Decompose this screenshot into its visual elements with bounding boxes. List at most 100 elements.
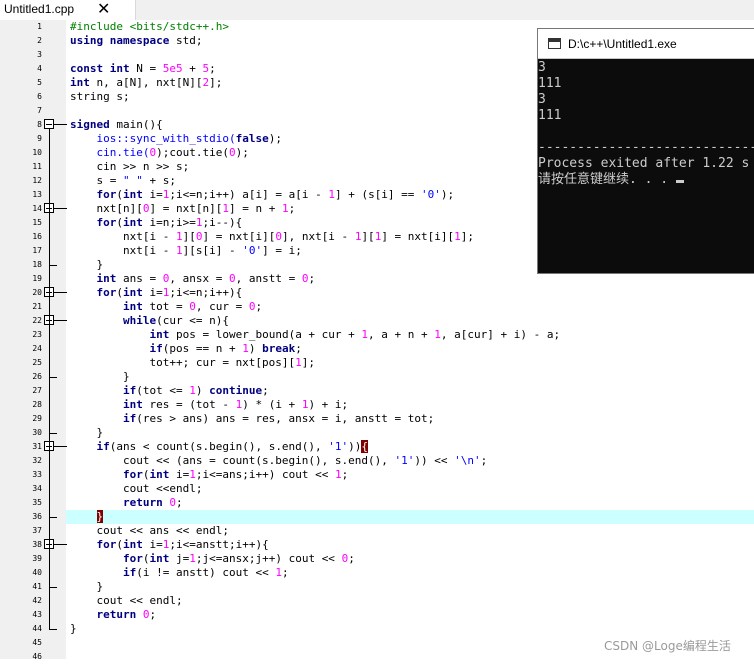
line-number: 2 [37,36,42,45]
console-window[interactable]: D:\c++\Untitled1.exe 3 111 3 111 ----------… [537,28,754,274]
code-text[interactable]: } [70,510,104,524]
code-text[interactable]: ios::sync_with_stdio(false); [70,132,281,146]
line-number: 26 [32,372,42,381]
line-number: 41 [32,582,42,591]
code-text[interactable]: for(int i=n;i>=1;i--){ [70,216,243,230]
code-line[interactable]: 38 for(int i=1;i<=anstt;i++){ [0,538,754,552]
line-number: 46 [32,652,42,661]
tab-title[interactable]: Untitled1.cpp [4,2,74,16]
code-text[interactable]: cin >> n >> s; [70,160,189,174]
code-text[interactable]: int tot = 0, cur = 0; [70,300,262,314]
tab-untitled1[interactable]: Untitled1.cpp ✕ [0,0,136,20]
line-number: 30 [32,428,42,437]
code-text[interactable]: int ans = 0, ansx = 0, anstt = 0; [70,272,316,286]
code-line[interactable]: 33 for(int i=1;i<=ans;i++) cout << 1; [0,468,754,482]
line-number: 20 [32,288,42,297]
code-line[interactable]: 28 int res = (tot - 1) * (i + 1) + i; [0,398,754,412]
console-line: Process exited after 1.22 s [538,156,750,171]
code-line[interactable]: 42 cout << endl; [0,594,754,608]
code-line[interactable]: 23 int pos = lower_bound(a + cur + 1, a … [0,328,754,342]
line-number: 19 [32,274,42,283]
code-text[interactable]: for(int i=1;i<=n;i++){ [70,286,243,300]
code-text[interactable]: int pos = lower_bound(a + cur + 1, a + n… [70,328,560,342]
code-text[interactable]: for(int i=1;i<=ans;i++) cout << 1; [70,468,348,482]
code-text[interactable]: s = " " + s; [70,174,176,188]
code-text[interactable]: } [70,622,77,636]
code-text[interactable]: const int N = 5e5 + 5; [70,62,216,76]
code-text[interactable]: string s; [70,90,130,104]
line-number: 45 [32,638,42,647]
code-text[interactable]: for(int i=1;i<=anstt;i++){ [70,538,269,552]
code-line[interactable]: 19 int ans = 0, ansx = 0, anstt = 0; [0,272,754,286]
code-line[interactable]: 34 cout <<endl; [0,482,754,496]
code-text[interactable]: return 0; [70,608,157,622]
code-text[interactable]: } [70,426,103,440]
code-text[interactable]: cout << ans << endl; [70,524,228,538]
code-text[interactable]: tot++; cur = nxt[pos][1]; [70,356,315,370]
code-text[interactable]: int res = (tot - 1) * (i + 1) + i; [70,398,348,412]
code-text[interactable]: nxt[i - 1][s[i] - '0'] = i; [70,244,302,258]
code-text[interactable]: if(i != anstt) cout << 1; [70,566,289,580]
line-number: 43 [32,610,42,619]
line-number: 3 [37,50,42,59]
line-number: 23 [32,330,42,339]
console-title-bar[interactable]: D:\c++\Untitled1.exe [538,29,754,59]
code-line[interactable]: 41 } [0,580,754,594]
code-text[interactable]: if(ans < count(s.begin(), s.end(), '1'))… [70,440,369,454]
line-number: 40 [32,568,42,577]
code-text[interactable]: signed main(){ [70,118,163,132]
code-text[interactable]: for(int i=1;i<=n;i++) a[i] = a[i - 1] + … [70,188,455,202]
line-number: 21 [32,302,42,311]
console-line: 111 [538,108,562,123]
code-text[interactable]: cout << (ans = count(s.begin(), s.end(),… [70,454,487,468]
code-line[interactable]: 30 } [0,426,754,440]
code-text[interactable]: nxt[i - 1][0] = nxt[i][0], nxt[i - 1][1]… [70,230,474,244]
code-line[interactable]: 35 return 0; [0,496,754,510]
line-number: 44 [32,624,42,633]
code-text[interactable]: nxt[n][0] = nxt[n][1] = n + 1; [70,202,295,216]
code-text[interactable]: cout << endl; [70,594,182,608]
code-text[interactable]: return 0; [70,496,183,510]
code-text[interactable]: using namespace std; [70,34,202,48]
line-number: 35 [32,498,42,507]
code-line[interactable]: 43 return 0; [0,608,754,622]
line-number: 22 [32,316,42,325]
line-number: 42 [32,596,42,605]
code-text[interactable]: if(pos == n + 1) break; [70,342,301,356]
code-text[interactable]: while(cur <= n){ [70,314,229,328]
code-text[interactable]: } [70,580,103,594]
console-line: 请按任意键继续. . . [538,172,754,188]
line-number: 15 [32,218,42,227]
code-text[interactable]: if(res > ans) ans = res, ansx = i, anstt… [70,412,434,426]
code-line[interactable]: 22 while(cur <= n){ [0,314,754,328]
console-line: -------------------------------- [538,140,754,155]
code-line[interactable]: 20 for(int i=1;i<=n;i++){ [0,286,754,300]
code-line[interactable]: 39 for(int j=1;j<=ansx;j++) cout << 0; [0,552,754,566]
code-text[interactable]: int n, a[N], nxt[N][2]; [70,76,222,90]
code-text[interactable]: #include <bits/stdc++.h> [70,20,229,34]
code-line[interactable]: 26 } [0,370,754,384]
code-line[interactable]: 31 if(ans < count(s.begin(), s.end(), '1… [0,440,754,454]
code-line[interactable]: 40 if(i != anstt) cout << 1; [0,566,754,580]
line-number: 31 [32,442,42,451]
close-icon[interactable]: ✕ [97,0,110,18]
code-line[interactable]: 37 cout << ans << endl; [0,524,754,538]
code-text[interactable]: } [70,370,130,384]
code-line[interactable]: 21 int tot = 0, cur = 0; [0,300,754,314]
line-number: 8 [37,120,42,129]
code-text[interactable]: cout <<endl; [70,482,202,496]
code-line[interactable]: 36 } [0,510,754,524]
code-line[interactable]: 25 tot++; cur = nxt[pos][1]; [0,356,754,370]
code-line[interactable]: 29 if(res > ans) ans = res, ansx = i, an… [0,412,754,426]
code-line[interactable]: 24 if(pos == n + 1) break; [0,342,754,356]
code-line[interactable]: 32 cout << (ans = count(s.begin(), s.end… [0,454,754,468]
code-text[interactable]: cin.tie(0);cout.tie(0); [70,146,248,160]
line-number: 39 [32,554,42,563]
code-text[interactable]: if(tot <= 1) continue; [70,384,269,398]
code-line[interactable]: 27 if(tot <= 1) continue; [0,384,754,398]
code-text[interactable]: } [70,258,103,272]
code-text[interactable]: for(int j=1;j<=ansx;j++) cout << 0; [70,552,355,566]
code-line[interactable]: 44} [0,622,754,636]
line-number: 10 [32,148,42,157]
